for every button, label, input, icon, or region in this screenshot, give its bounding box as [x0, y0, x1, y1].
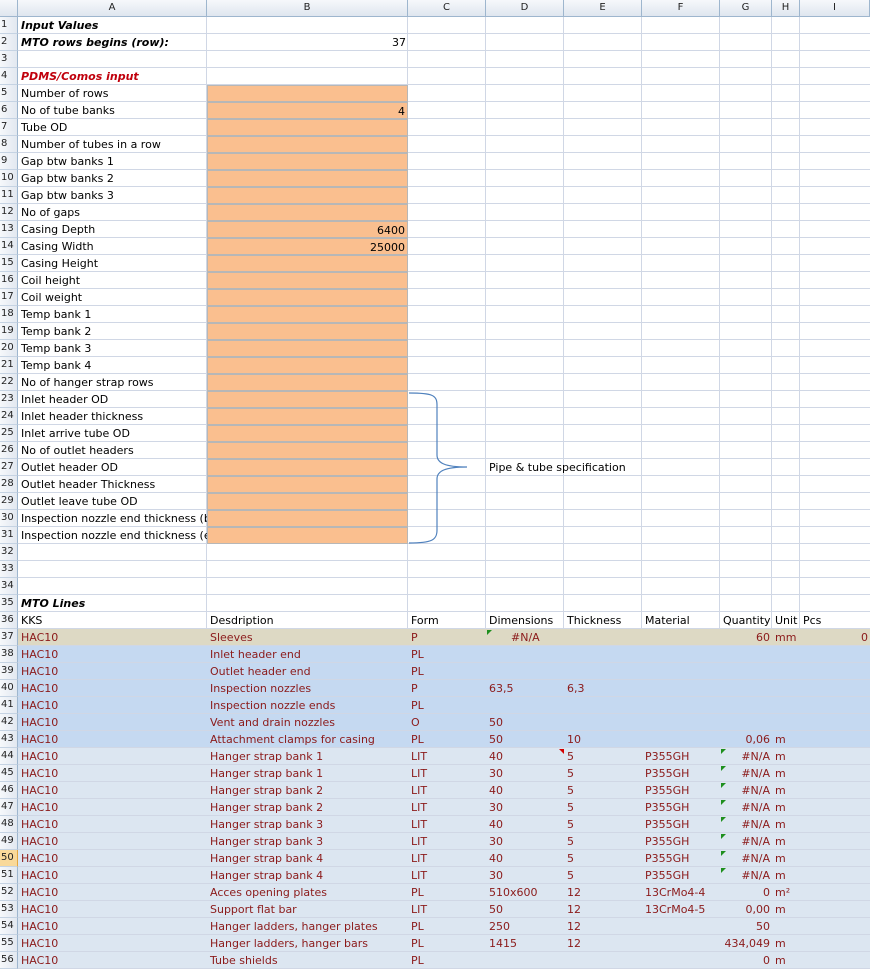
pipe-spec-brace-icon — [408, 392, 468, 544]
spreadsheet: ABCDEFGHI 1 Input Values 2 MTO rows begins … — [0, 0, 870, 969]
